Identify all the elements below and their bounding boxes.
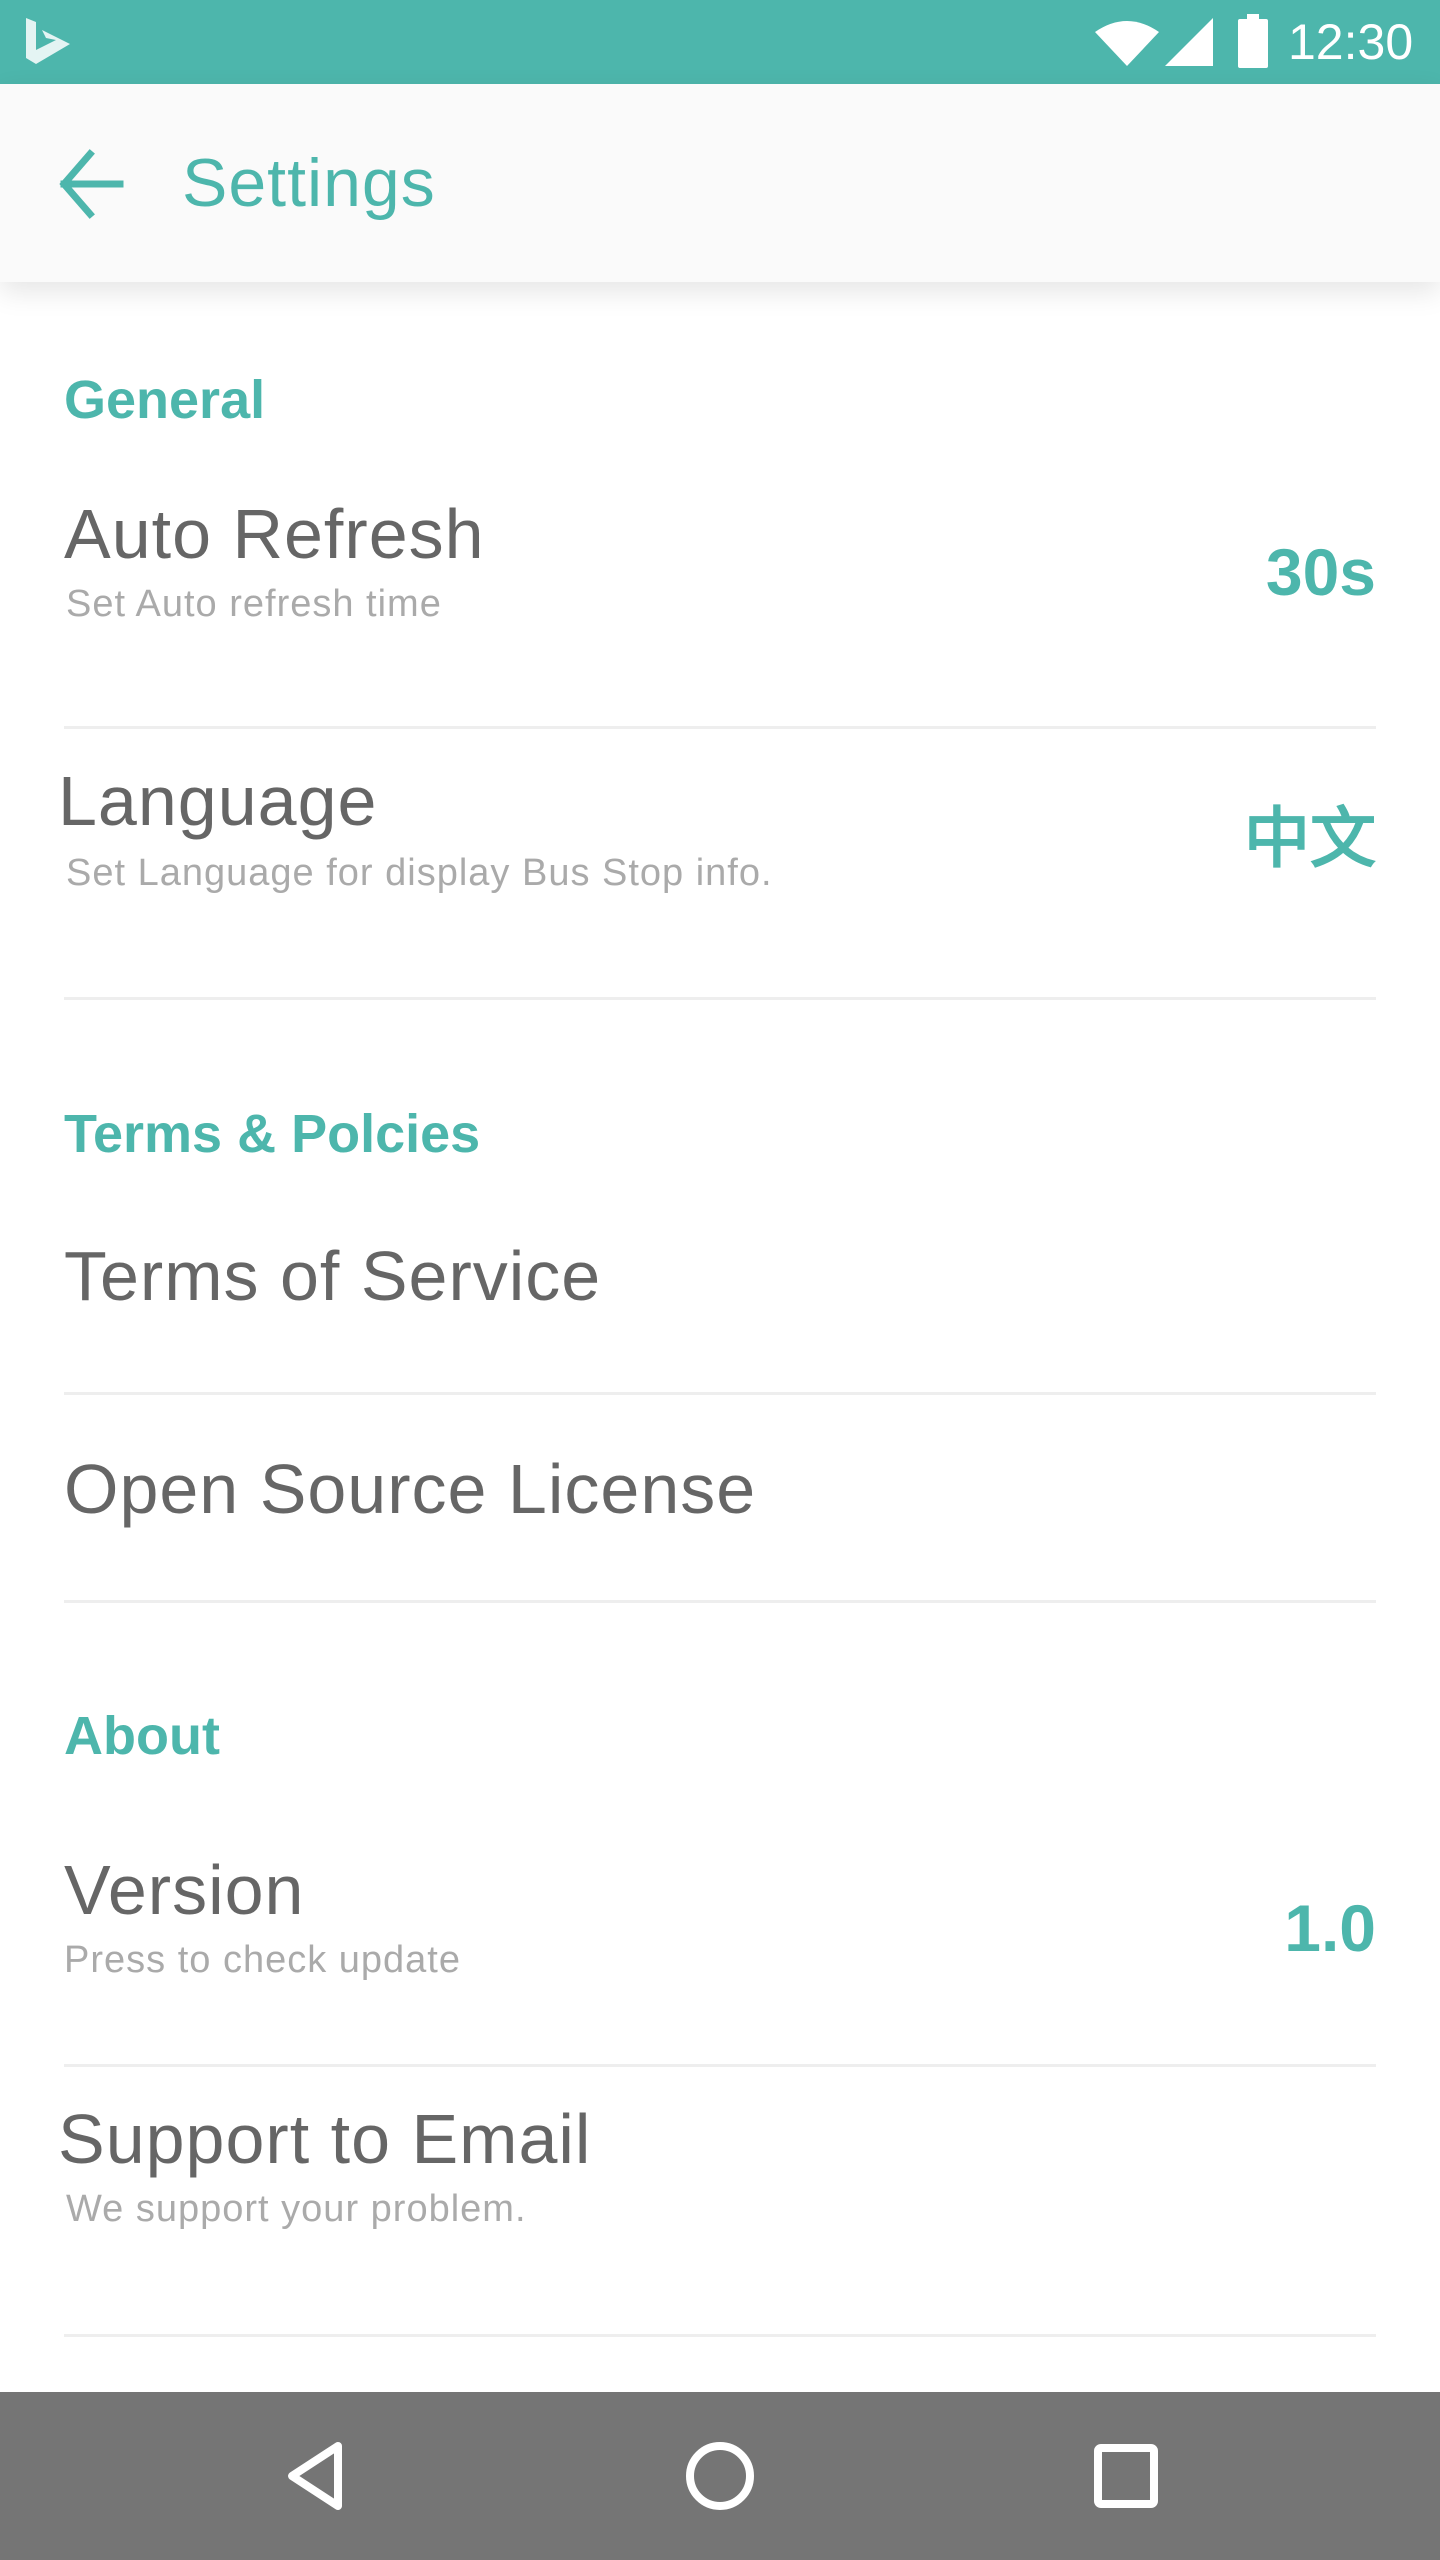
divider: [64, 2334, 1376, 2337]
status-time: 12:30: [1288, 14, 1414, 70]
settings-item-open-source-license[interactable]: Open Source License: [0, 1395, 1440, 1600]
setting-value: 1.0: [1284, 1891, 1376, 1965]
section-header-about: About: [64, 1706, 220, 1766]
nav-recents-button[interactable]: [1066, 2416, 1186, 2536]
settings-item-auto-refresh[interactable]: Auto Refresh Set Auto refresh time 30s: [0, 486, 1440, 756]
back-triangle-icon: [288, 2442, 342, 2510]
section-header-general: General: [64, 370, 266, 430]
setting-subtitle: We support your problem.: [66, 2188, 527, 2230]
settings-item-language[interactable]: Language Set Language for display Bus St…: [0, 729, 1440, 999]
settings-item-support-email[interactable]: Support to Email We support your problem…: [0, 2067, 1440, 2337]
setting-title: Auto Refresh: [64, 495, 485, 573]
navigation-bar: [0, 2392, 1440, 2560]
settings-list[interactable]: General Auto Refresh Set Auto refresh ti…: [0, 282, 1440, 2392]
nav-home-button[interactable]: [660, 2416, 780, 2536]
nav-back-button[interactable]: [256, 2416, 376, 2536]
setting-value: 中文: [1244, 800, 1376, 877]
setting-title: Version: [64, 1851, 305, 1929]
setting-subtitle: Press to check update: [64, 1939, 461, 1981]
recents-square-icon: [1094, 2444, 1158, 2508]
divider: [64, 1600, 1376, 1603]
app-bar: Settings: [0, 84, 1440, 282]
settings-item-terms-of-service[interactable]: Terms of Service: [0, 1222, 1440, 1372]
cell-signal-icon: [1165, 18, 1213, 66]
back-button[interactable]: [44, 136, 140, 232]
status-bar: 12:30: [0, 0, 1440, 84]
home-circle-icon: [686, 2442, 754, 2510]
section-header-terms: Terms & Polcies: [64, 1104, 481, 1164]
battery-icon: [1238, 14, 1268, 68]
setting-subtitle: Set Auto refresh time: [66, 583, 442, 625]
page-title: Settings: [182, 145, 436, 221]
settings-item-version[interactable]: Version Press to check update 1.0: [0, 1822, 1440, 2062]
setting-value: 30s: [1265, 535, 1376, 609]
bing-logo-icon: [26, 18, 70, 64]
setting-title: Language: [58, 762, 378, 840]
setting-subtitle: Set Language for display Bus Stop info.: [66, 852, 773, 894]
arrow-back-icon: [59, 149, 124, 219]
setting-title: Open Source License: [64, 1450, 757, 1528]
divider: [64, 997, 1376, 1000]
setting-title: Support to Email: [58, 2100, 592, 2178]
setting-title: Terms of Service: [64, 1237, 602, 1315]
wifi-icon: [1095, 21, 1159, 66]
